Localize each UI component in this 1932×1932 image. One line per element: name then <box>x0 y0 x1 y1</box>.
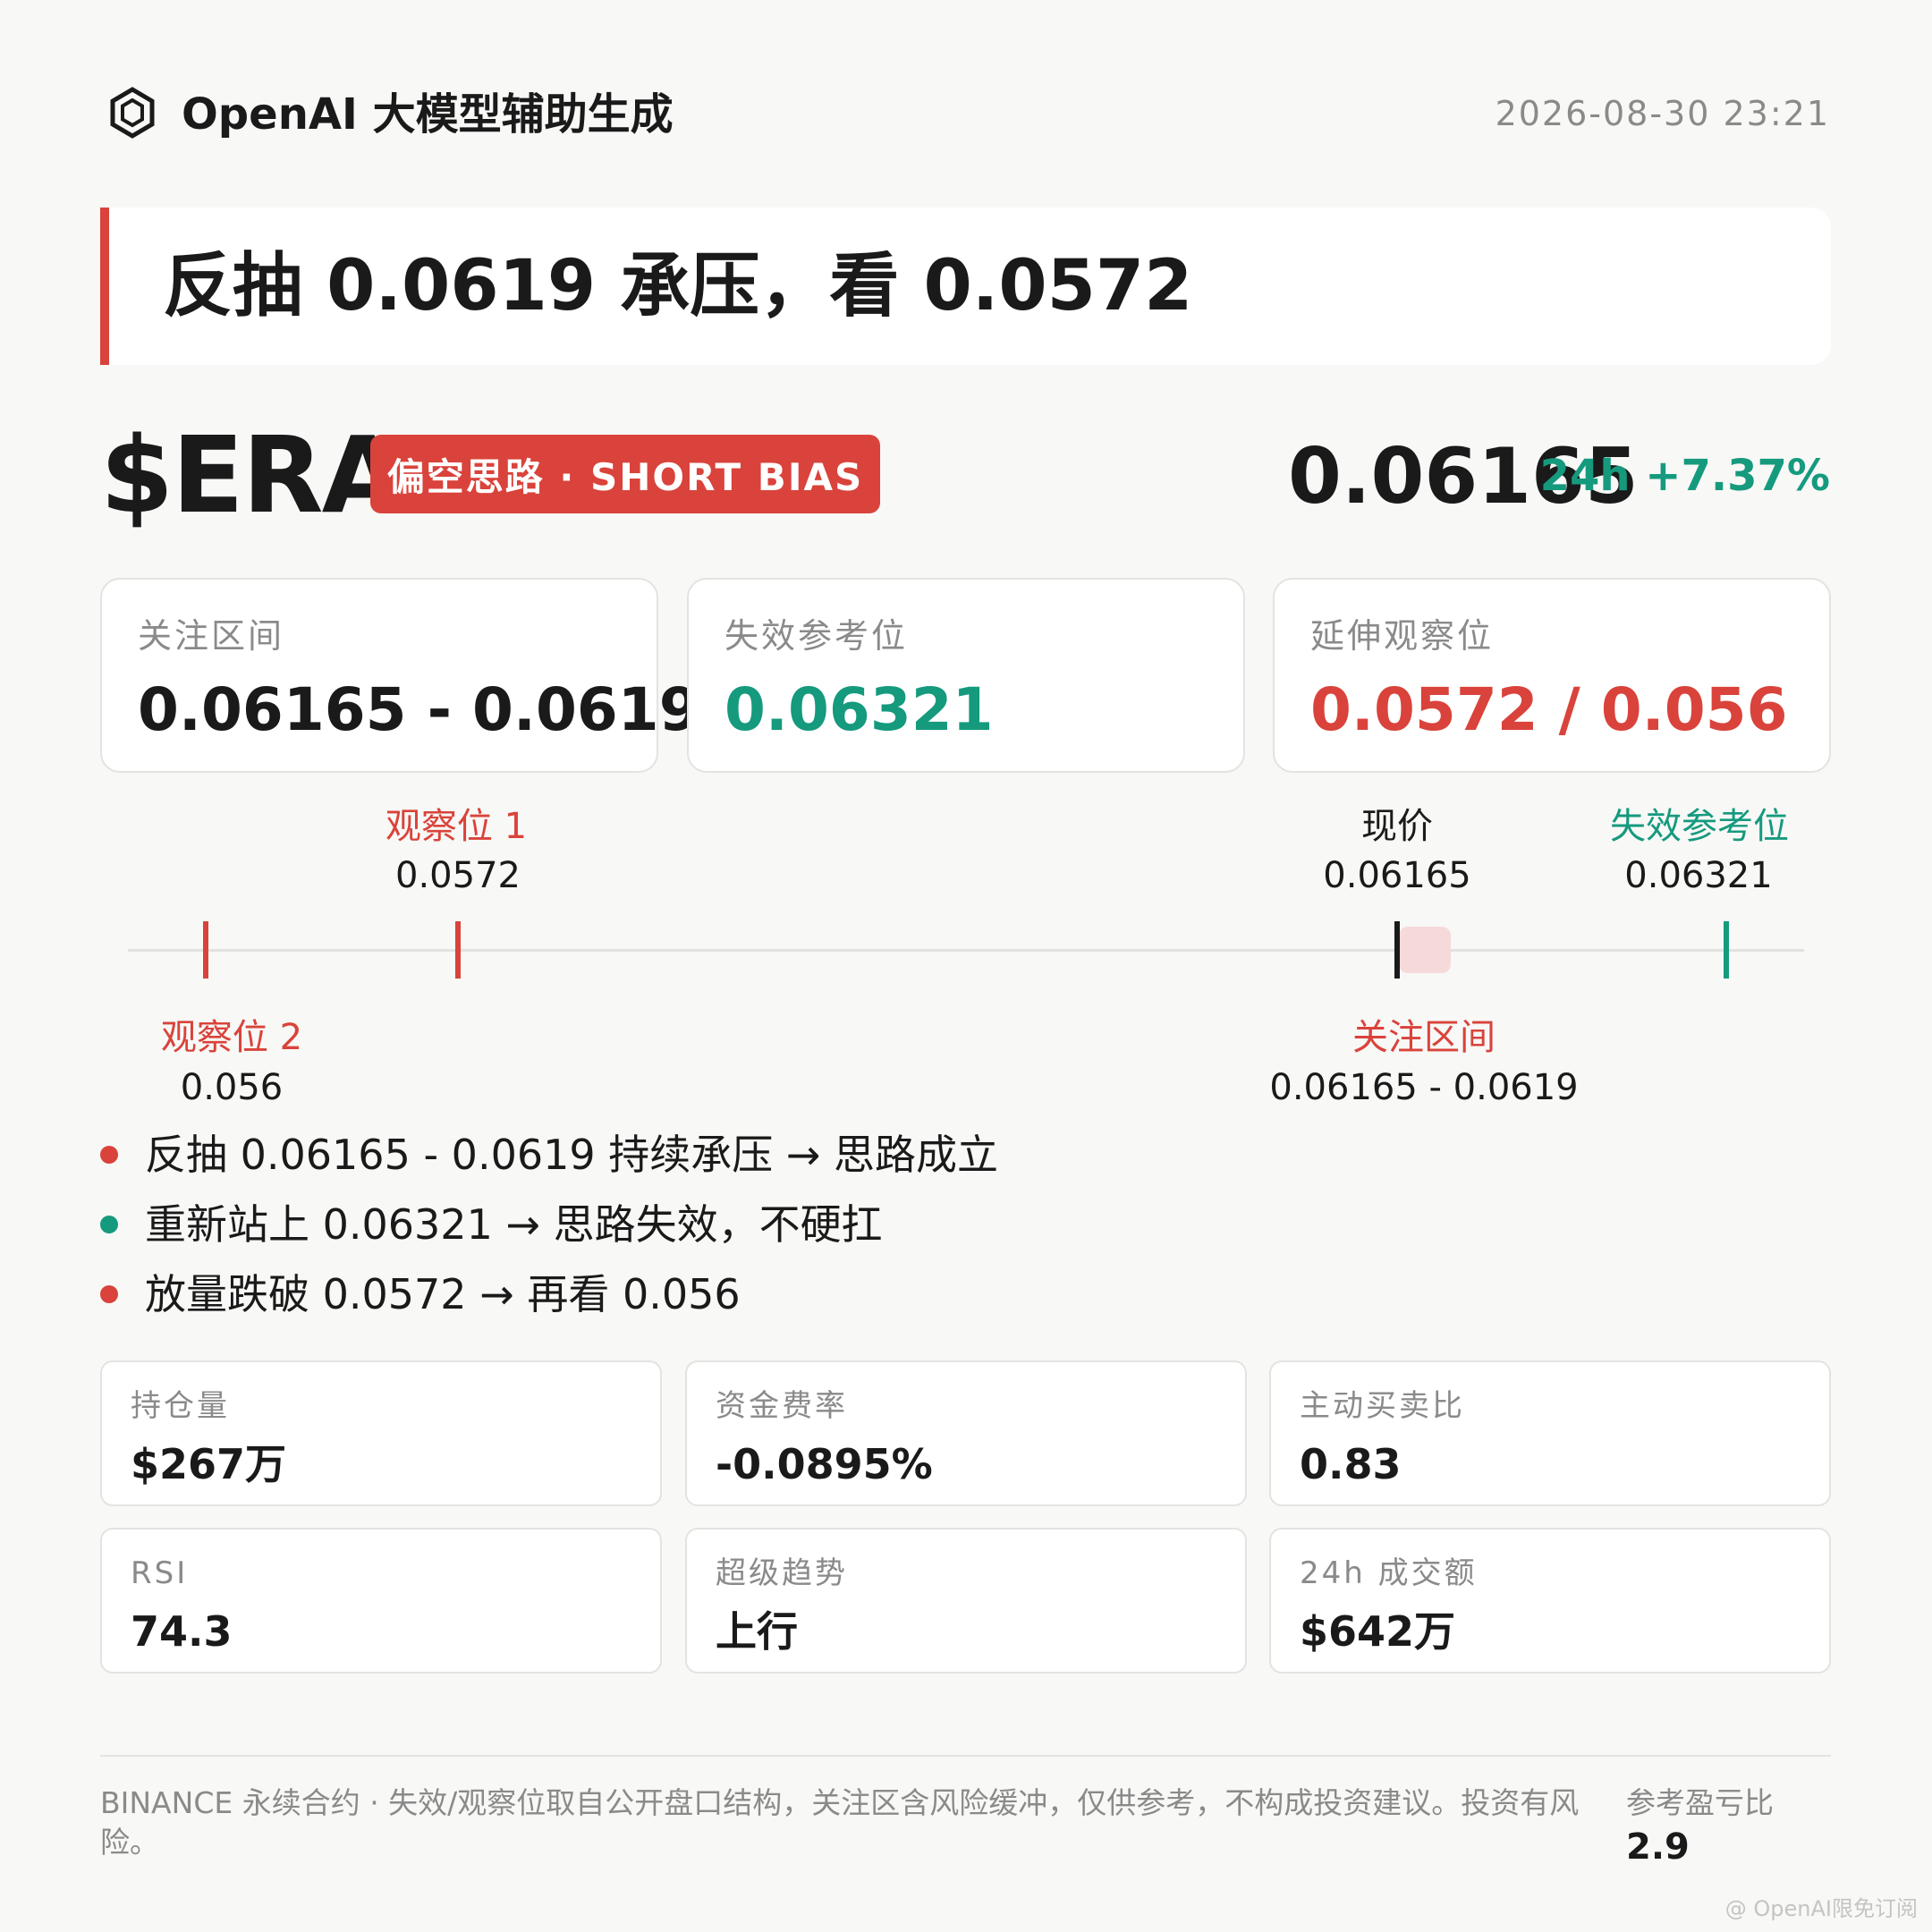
level-card-extension: 延伸观察位 0.0572 / 0.056 <box>1273 578 1831 773</box>
level-label: 延伸观察位 <box>1310 616 1495 656</box>
scenario-bullet: 反抽 0.06165 - 0.0619 持续承压 → 思路成立 <box>100 1127 998 1182</box>
scenario-bullet: 重新站上 0.06321 → 思路失效，不硬扛 <box>100 1197 883 1252</box>
metric-label: 资金费率 <box>716 1388 848 1424</box>
scale-label-invalidation: 失效参考位 <box>1610 806 1789 847</box>
metric-label: RSI <box>131 1555 189 1591</box>
ticker-symbol: $ERA <box>100 413 403 537</box>
brand-name: OpenAI 大模型辅助生成 <box>182 89 674 140</box>
metric-card-rsi: RSI 74.3 <box>100 1528 662 1674</box>
metric-value: 74.3 <box>131 1607 233 1656</box>
watermark: @ OpenAI限免订阅 <box>1724 1896 1918 1921</box>
level-label: 失效参考位 <box>724 616 909 656</box>
red-dot-icon <box>100 1146 118 1164</box>
scenario-text: 反抽 0.06165 - 0.0619 持续承压 → 思路成立 <box>145 1131 999 1179</box>
bias-badge: 偏空思路 · SHORT BIAS <box>370 435 880 513</box>
metric-value: 0.83 <box>1300 1440 1402 1488</box>
headline-card: 反抽 0.0619 承压，看 0.0572 <box>100 208 1831 365</box>
price-scale-line <box>128 949 1804 952</box>
scenario-text: 重新站上 0.06321 → 思路失效，不硬扛 <box>145 1200 883 1249</box>
level-card-invalidation: 失效参考位 0.06321 <box>687 578 1245 773</box>
level-value: 0.06165 - 0.0619 <box>138 675 700 744</box>
scale-label-focus-zone: 关注区间 <box>1352 1017 1496 1058</box>
scale-value-focus-zone: 0.06165 - 0.0619 <box>1269 1067 1579 1108</box>
tick-invalidation <box>1724 921 1729 979</box>
risk-reward-value: 2.9 <box>1626 1826 1690 1868</box>
level-card-focus-zone: 关注区间 0.06165 - 0.0619 <box>100 578 700 773</box>
metric-card-supertrend: 超级趋势 上行 <box>685 1528 1247 1674</box>
disclaimer-text: BINANCE 永续合约 · 失效/观察位取自公开盘口结构，关注区含风险缓冲，仅… <box>100 1785 1580 1860</box>
metric-value: -0.0895% <box>716 1440 933 1488</box>
scale-value-current: 0.06165 <box>1323 855 1471 896</box>
metric-label: 持仓量 <box>131 1388 230 1424</box>
scale-label-current: 现价 <box>1361 806 1433 847</box>
focus-zone-band <box>1399 927 1451 973</box>
metric-label: 超级趋势 <box>716 1555 848 1591</box>
metric-card-volume-24h: 24h 成交额 $642万 <box>1269 1528 1831 1674</box>
red-dot-icon <box>100 1285 118 1303</box>
metric-value: $642万 <box>1300 1607 1456 1656</box>
metric-card-open-interest: 持仓量 $267万 <box>100 1360 662 1506</box>
tick-watch-2 <box>203 921 208 979</box>
metric-value: $267万 <box>131 1440 287 1488</box>
metric-label: 主动买卖比 <box>1300 1388 1465 1424</box>
scenario-bullet: 放量跌破 0.0572 → 再看 0.056 <box>100 1267 741 1322</box>
level-value: 0.06321 <box>724 675 994 744</box>
scale-value-watch-2: 0.056 <box>180 1067 284 1108</box>
footer-divider <box>100 1755 1831 1757</box>
openai-hexagon-icon <box>110 87 155 139</box>
scale-value-invalidation: 0.06321 <box>1624 855 1773 896</box>
risk-reward-label: 参考盈亏比 <box>1626 1785 1774 1820</box>
metric-value: 上行 <box>716 1607 798 1656</box>
metric-card-taker-ratio: 主动买卖比 0.83 <box>1269 1360 1831 1506</box>
price-change-24h: 24h +7.37% <box>1539 451 1830 501</box>
scenario-text: 放量跌破 0.0572 → 再看 0.056 <box>145 1270 741 1318</box>
headline-title: 反抽 0.0619 承压，看 0.0572 <box>163 246 1193 326</box>
green-dot-icon <box>100 1216 118 1233</box>
level-label: 关注区间 <box>138 616 285 656</box>
scale-label-watch-2: 观察位 2 <box>160 1017 303 1058</box>
scale-value-watch-1: 0.0572 <box>395 855 521 896</box>
metric-card-funding-rate: 资金费率 -0.0895% <box>685 1360 1247 1506</box>
timestamp: 2026-08-30 23:21 <box>1495 94 1830 133</box>
scale-label-watch-1: 观察位 1 <box>385 806 528 847</box>
tick-current-price <box>1394 921 1400 979</box>
tick-watch-1 <box>455 921 461 979</box>
level-value: 0.0572 / 0.056 <box>1310 675 1788 744</box>
metric-label: 24h 成交额 <box>1300 1555 1478 1591</box>
